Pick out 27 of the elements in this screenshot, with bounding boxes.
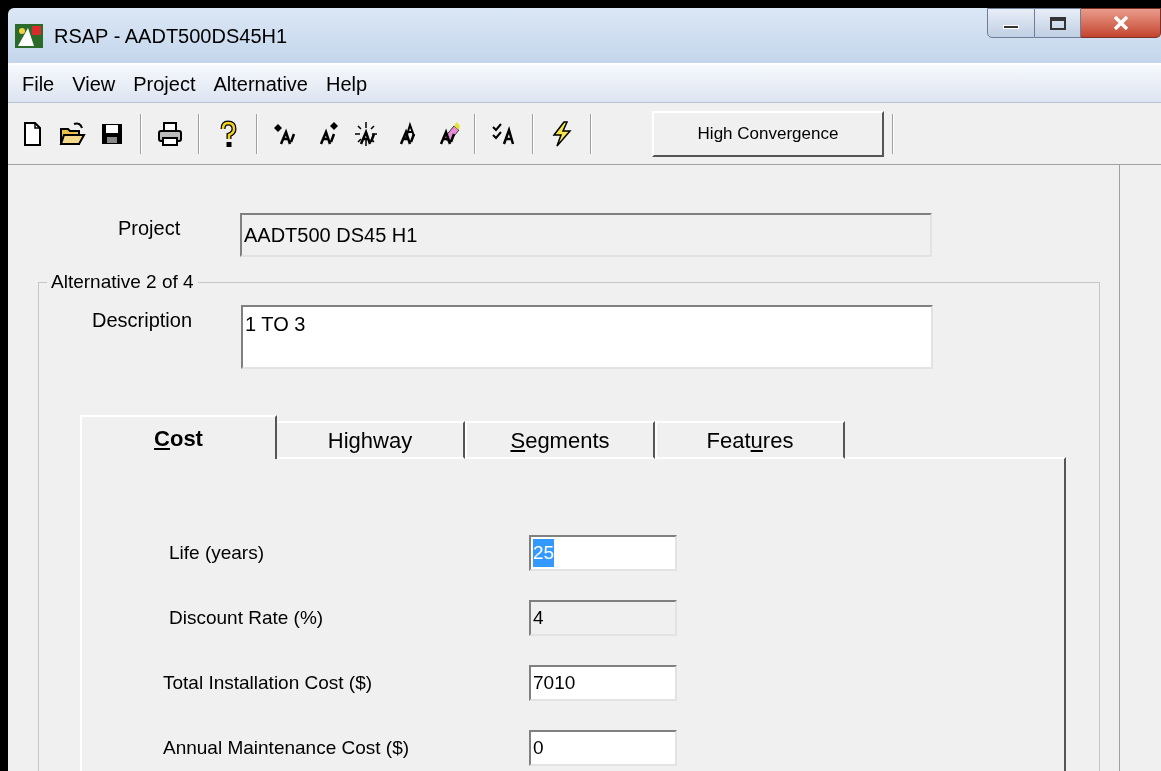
input-field[interactable]: 0 xyxy=(529,730,677,766)
field-label: Discount Rate (%) xyxy=(169,605,325,630)
sparkle-icon[interactable] xyxy=(352,119,380,148)
window-title: RSAP - AADT500DS45H1 xyxy=(54,23,288,49)
minimize-button[interactable] xyxy=(987,8,1035,38)
menu-item[interactable]: Help xyxy=(318,68,376,99)
tab[interactable]: Segments xyxy=(465,421,655,459)
field-label: Life (years) xyxy=(169,540,266,565)
printer-icon[interactable] xyxy=(156,119,184,148)
close-button[interactable] xyxy=(1081,8,1161,38)
field-label: Annual Maintenance Cost ($) xyxy=(163,735,411,760)
menu-item[interactable]: Project xyxy=(125,68,204,99)
field-label: Project xyxy=(118,216,182,241)
field-label: Total Installation Cost ($) xyxy=(163,670,374,695)
menu-item[interactable]: View xyxy=(64,68,124,99)
menu-item[interactable]: File xyxy=(14,68,63,99)
tab[interactable]: Highway xyxy=(275,421,465,459)
input-field[interactable]: 7010 xyxy=(529,665,677,701)
description-field[interactable]: 1 TO 3 xyxy=(241,305,933,369)
tab[interactable]: Features xyxy=(655,421,845,459)
app-logo-icon xyxy=(14,21,44,50)
close-icon xyxy=(1112,16,1129,30)
high-convergence-button[interactable]: High Convergence xyxy=(652,110,884,157)
tab[interactable]: Cost xyxy=(80,415,277,459)
menu-item[interactable]: Alternative xyxy=(205,68,316,99)
maximize-button[interactable] xyxy=(1035,8,1081,38)
field-label: Description xyxy=(92,308,194,333)
